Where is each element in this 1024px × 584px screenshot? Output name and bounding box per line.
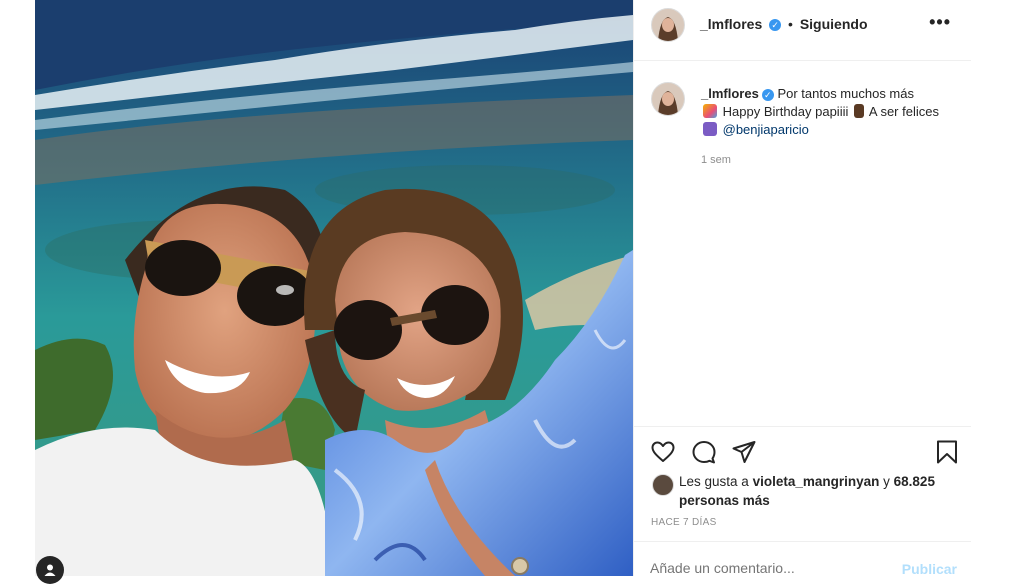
publish-button[interactable]: Publicar <box>902 561 957 577</box>
likes-text: Les gusta a violeta_mangrinyan y 68.825 … <box>679 472 939 510</box>
header-separator: • <box>788 16 793 32</box>
post-photo[interactable] <box>35 0 633 576</box>
more-options-button[interactable]: ••• <box>929 12 951 33</box>
woman-gesturing-emoji-icon <box>703 122 717 136</box>
caption-time: 1 sem <box>701 154 731 166</box>
likes-prefix: Les gusta a <box>679 474 749 489</box>
action-bar <box>634 426 971 477</box>
author-avatar[interactable] <box>651 8 685 42</box>
caption-author-avatar-image <box>652 83 684 115</box>
caption-mention-link[interactable]: @benjiaparicio <box>723 122 809 137</box>
party-popper-emoji-icon <box>703 104 717 118</box>
right-margin <box>971 0 1024 576</box>
header-line: _lmflores ✓ • Siguiendo <box>700 16 868 32</box>
user-tag-icon <box>44 564 56 576</box>
caption-text-2: Happy Birthday papiiii <box>722 104 849 119</box>
post-photo-image <box>35 0 633 576</box>
paper-plane-icon[interactable] <box>731 439 757 465</box>
heart-icon[interactable] <box>650 439 676 465</box>
liker-username[interactable]: violeta_mangrinyan <box>753 474 880 489</box>
dancer-emoji-icon <box>853 104 864 118</box>
verified-badge-icon: ✓ <box>761 88 774 101</box>
bookmark-icon[interactable] <box>934 439 960 465</box>
post-header: _lmflores ✓ • Siguiendo ••• <box>634 0 971 61</box>
author-avatar-image <box>652 9 684 41</box>
caption-username[interactable]: _lmflores <box>701 86 759 101</box>
comment-bubble-icon[interactable] <box>691 439 717 465</box>
liker-avatar[interactable] <box>652 474 674 496</box>
caption-text-3: A ser felices <box>868 104 939 119</box>
verified-badge-icon: ✓ <box>769 19 782 32</box>
likes-conjunction: y <box>883 474 890 489</box>
left-margin <box>0 0 35 576</box>
post-timestamp[interactable]: HACE 7 DÍAS <box>651 517 717 528</box>
caption-text-1: Por tantos muchos más <box>777 86 914 101</box>
post-sidebar: _lmflores ✓ • Siguiendo ••• _lmflores ✓ P… <box>633 0 972 577</box>
author-username[interactable]: _lmflores <box>700 16 762 32</box>
following-button[interactable]: Siguiendo <box>800 16 868 32</box>
comment-input[interactable] <box>650 560 870 576</box>
post-caption: _lmflores ✓ Por tantos muchos más Happy B… <box>701 85 956 139</box>
user-tag-button[interactable] <box>36 556 64 584</box>
caption-author-avatar[interactable] <box>651 82 685 116</box>
